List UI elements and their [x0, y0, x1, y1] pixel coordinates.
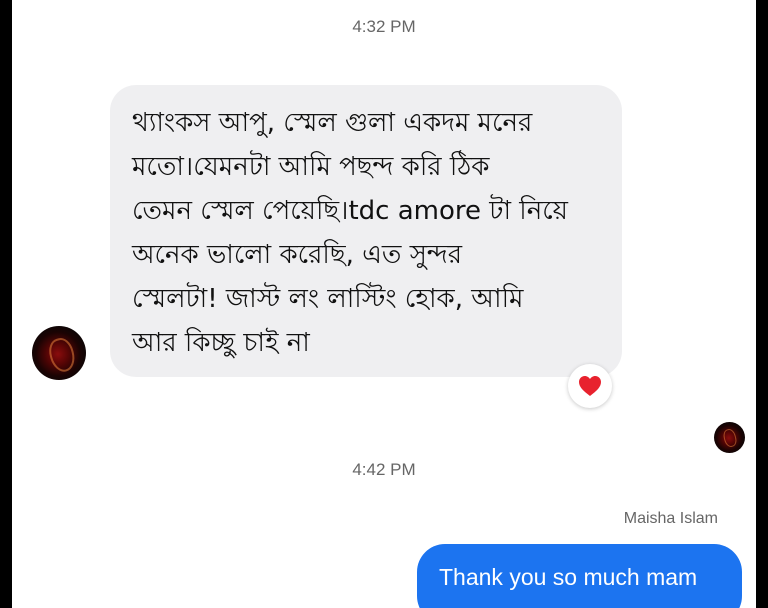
- seen-indicator-avatar: [714, 422, 745, 453]
- outgoing-message-text: Thank you so much mam: [439, 564, 698, 590]
- chat-thread: 4:32 PM থ্যাংকস আপু, স্মেল গুলা একদম মনে…: [12, 0, 756, 608]
- sender-name: Maisha Islam: [623, 510, 718, 527]
- sender-avatar[interactable]: [32, 326, 86, 380]
- incoming-message-text: থ্যাংকস আপু, স্মেল গুলা একদম মনের মতো।যে…: [132, 108, 568, 358]
- message-timestamp: 4:32 PM: [352, 17, 416, 36]
- message-timestamp: 4:42 PM: [352, 460, 416, 479]
- incoming-message-bubble[interactable]: থ্যাংকস আপু, স্মেল গুলা একদম মনের মতো।যে…: [110, 85, 622, 377]
- outgoing-message-bubble[interactable]: Thank you so much mam: [417, 544, 742, 608]
- heart-icon: [579, 376, 601, 396]
- message-reaction[interactable]: [568, 364, 612, 408]
